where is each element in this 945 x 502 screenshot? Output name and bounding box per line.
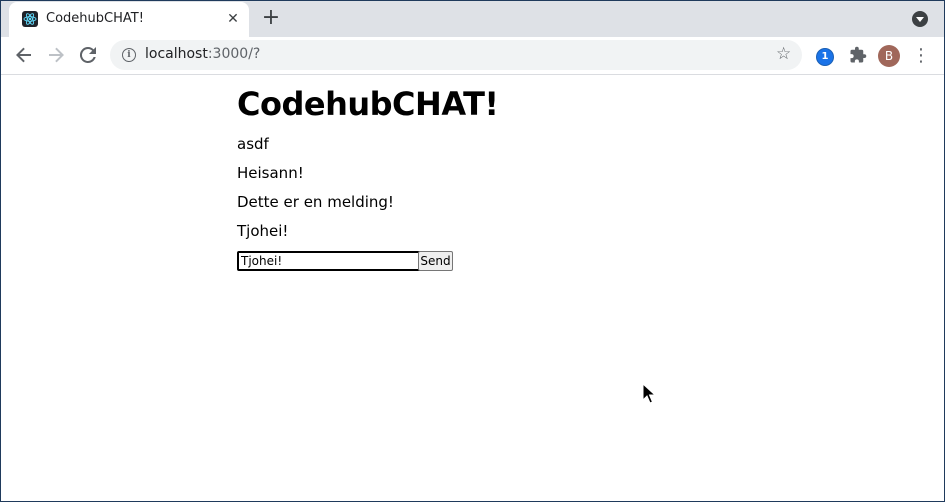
message-item: asdf — [237, 135, 269, 153]
message-item: Tjohei! — [237, 222, 289, 240]
browser-toolbar: i localhost:3000/? ☆ 1 B ⋮ — [1, 37, 944, 75]
message-item: Heisann! — [237, 164, 304, 182]
tab-title: CodehubCHAT! — [46, 11, 144, 26]
arrow-right-icon — [49, 47, 64, 63]
new-tab-button[interactable]: + — [259, 7, 283, 31]
tab-strip: CodehubCHAT! ✕ + — [1, 1, 944, 37]
message-item: Dette er en melding! — [237, 193, 394, 211]
extensions-puzzle-icon[interactable] — [848, 43, 868, 69]
more-menu-icon[interactable]: ⋮ — [912, 44, 930, 68]
page-content: CodehubCHAT! asdf Heisann! Dette er en m… — [1, 75, 944, 501]
back-button[interactable] — [12, 43, 36, 67]
page-title: CodehubCHAT! — [237, 85, 499, 123]
message-input[interactable] — [237, 251, 421, 271]
url-text[interactable]: localhost:3000/? — [145, 46, 260, 62]
mouse-cursor-icon — [642, 383, 656, 404]
address-bar[interactable]: i localhost:3000/? ☆ — [110, 40, 802, 70]
star-icon[interactable]: ☆ — [776, 44, 791, 64]
avatar[interactable]: B — [878, 45, 900, 67]
close-icon[interactable]: ✕ — [224, 10, 242, 28]
forward-button[interactable] — [44, 43, 68, 67]
reload-button[interactable] — [76, 43, 100, 67]
browser-window: CodehubCHAT! ✕ + i localhost:3000/? ☆ 1 … — [1, 1, 944, 501]
arrow-left-icon — [16, 47, 31, 63]
info-icon[interactable]: i — [122, 48, 136, 62]
tab-search-icon[interactable] — [912, 11, 928, 27]
url-path: :3000/? — [207, 46, 261, 62]
send-button[interactable]: Send — [418, 251, 453, 271]
password-manager-extension-icon[interactable]: 1 — [816, 48, 834, 66]
react-icon — [22, 11, 38, 27]
reload-icon — [79, 46, 96, 63]
tab-codehubchat[interactable]: CodehubCHAT! ✕ — [9, 2, 249, 37]
url-host: localhost — [145, 46, 208, 62]
